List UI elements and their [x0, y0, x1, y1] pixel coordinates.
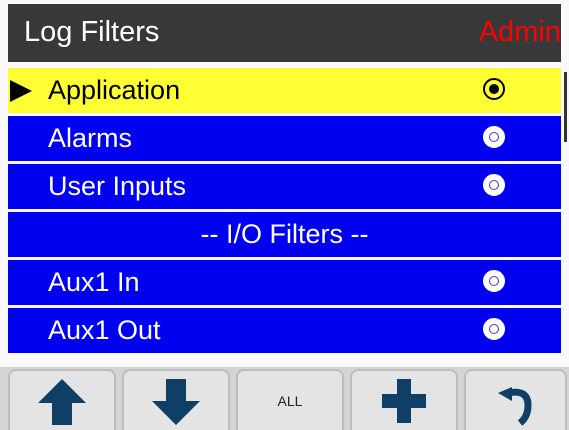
filter-label: Alarms	[48, 123, 133, 153]
bottom-toolbar: ALL	[0, 367, 569, 430]
back-button[interactable]	[464, 369, 567, 430]
radio-icon[interactable]	[483, 270, 505, 292]
plus-icon	[382, 378, 426, 423]
filter-row-alarms[interactable]: Alarms	[8, 116, 561, 161]
arrow-down-icon	[152, 378, 200, 425]
user-role-label: Admin	[478, 16, 561, 48]
radio-icon[interactable]	[483, 78, 505, 100]
page-title: Log Filters	[24, 16, 160, 48]
filter-label: User Inputs	[48, 171, 187, 201]
filter-row-aux1-in[interactable]: Aux1 In	[8, 260, 561, 305]
radio-icon[interactable]	[483, 174, 505, 196]
up-button[interactable]	[8, 369, 116, 430]
add-button[interactable]	[350, 369, 458, 430]
radio-icon[interactable]	[483, 126, 505, 148]
all-button-label: ALL	[277, 392, 303, 409]
filter-row-user-inputs[interactable]: User Inputs	[8, 164, 561, 209]
log-filter-list: Application Alarms User Inputs -- I/O Fi…	[8, 68, 561, 355]
filter-label: Aux1 Out	[48, 315, 161, 345]
section-header-io-filters: -- I/O Filters --	[8, 212, 561, 257]
arrow-up-icon	[38, 378, 86, 425]
all-button[interactable]: ALL	[236, 369, 344, 430]
scrollbar[interactable]	[564, 72, 567, 142]
filter-label: Application	[48, 75, 181, 105]
down-button[interactable]	[122, 369, 230, 430]
selection-pointer-icon	[10, 80, 32, 102]
filter-row-application[interactable]: Application	[8, 68, 561, 113]
filter-label: Aux1 In	[48, 267, 140, 297]
title-bar: Log Filters Admin	[8, 4, 561, 62]
radio-icon[interactable]	[483, 318, 505, 340]
filter-row-aux1-out[interactable]: Aux1 Out	[8, 308, 561, 353]
return-arrow-icon	[497, 386, 532, 426]
section-label: -- I/O Filters --	[200, 219, 369, 249]
